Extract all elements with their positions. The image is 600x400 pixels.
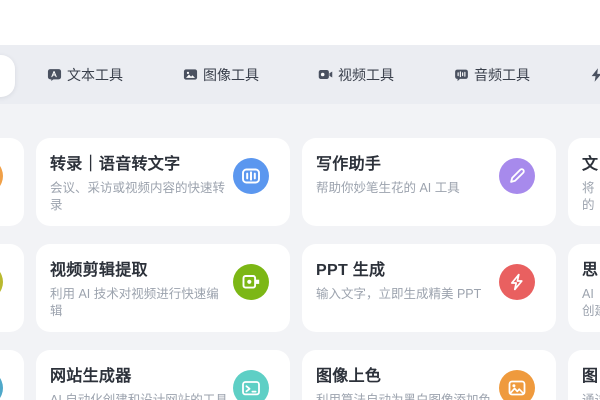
card-desc: 将 的 [582, 181, 595, 212]
terminal-icon [233, 370, 269, 400]
card-title: 写作助手 [316, 156, 382, 173]
audio-tool-icon [454, 67, 469, 82]
card-cut-left-3[interactable] [0, 350, 24, 400]
card-title: 网站生成器 [50, 368, 132, 385]
tab-text-tools[interactable]: 文本工具 [47, 65, 123, 85]
image-tool-icon [183, 67, 198, 82]
card-title: 图像上色 [316, 368, 382, 385]
tool-card-grid: 转录｜语音转文字 会议、采访或视频内容的快速转录 写作助手 帮助你妙笔生花的 A… [0, 138, 600, 400]
lightning-bolt-icon [499, 264, 535, 300]
card-desc: AI 创建 [582, 287, 600, 318]
tab-list: 文本工具 图像工具 视频工具 音频工具 [0, 45, 600, 104]
card-title: 图 [582, 368, 599, 385]
card-desc: AI 自动化创建和设计网站的工具 [50, 393, 228, 400]
card-desc: 输入文字，立即生成精美 PPT [316, 287, 482, 301]
category-tab-bar: 文本工具 图像工具 视频工具 音频工具 [0, 45, 600, 104]
card-image-colorize[interactable]: 图像上色 利用算法自动为黑白图像添加色彩 [302, 350, 556, 400]
top-white-strip [0, 0, 600, 45]
video-camera-icon [233, 264, 269, 300]
card-website-generator[interactable]: 网站生成器 AI 自动化创建和设计网站的工具 [36, 350, 290, 400]
card-icon [0, 264, 3, 300]
card-title: 转录｜语音转文字 [50, 156, 181, 173]
video-tool-icon [318, 67, 333, 82]
card-cut-left-1[interactable] [0, 138, 24, 226]
card-title: 文 [582, 156, 599, 173]
card-cut-right-1[interactable]: 文 将 的 [568, 138, 600, 226]
card-desc: 帮助你妙笔生花的 AI 工具 [316, 181, 460, 195]
tab-label: 图像工具 [203, 66, 259, 83]
card-title: 视频剪辑提取 [50, 262, 148, 279]
picture-icon [499, 370, 535, 400]
card-video-clip[interactable]: 视频剪辑提取 利用 AI 技术对视频进行快速编辑 [36, 244, 290, 332]
card-cut-right-2[interactable]: 思 AI 创建 [568, 244, 600, 332]
card-desc: 会议、采访或视频内容的快速转录 [50, 181, 226, 212]
card-desc: 利用 AI 技术对视频进行快速编辑 [50, 287, 219, 318]
tab-label: 音频工具 [474, 66, 530, 83]
tab-image-tools[interactable]: 图像工具 [183, 65, 259, 85]
pencil-icon [499, 158, 535, 194]
tab-audio-tools[interactable]: 音频工具 [454, 65, 530, 85]
card-transcribe[interactable]: 转录｜语音转文字 会议、采访或视频内容的快速转录 [36, 138, 290, 226]
card-icon [0, 370, 3, 400]
card-desc: 利用算法自动为黑白图像添加色彩 [316, 393, 492, 400]
tab-label: 视频工具 [338, 66, 394, 83]
transcribe-icon [233, 158, 269, 194]
card-desc: 通过 [582, 393, 600, 400]
card-title: 思 [582, 262, 599, 279]
lightning-tool-icon [589, 67, 600, 82]
card-icon [0, 158, 3, 194]
card-title: PPT 生成 [316, 262, 386, 279]
card-cut-left-2[interactable] [0, 244, 24, 332]
card-writing-assistant[interactable]: 写作助手 帮助你妙笔生花的 AI 工具 [302, 138, 556, 226]
text-tool-icon [47, 67, 62, 82]
card-cut-right-3[interactable]: 图 通过 [568, 350, 600, 400]
tab-efficiency-tools[interactable] [589, 67, 600, 82]
tab-label: 文本工具 [67, 66, 123, 83]
card-ppt-generator[interactable]: PPT 生成 输入文字，立即生成精美 PPT [302, 244, 556, 332]
tab-video-tools[interactable]: 视频工具 [318, 65, 394, 85]
